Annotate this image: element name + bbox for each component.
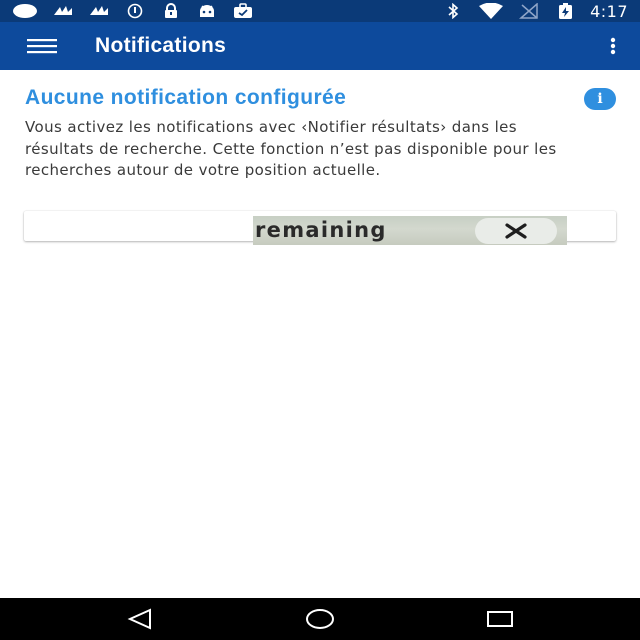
ad-banner-text: remaining [255, 218, 387, 242]
system-navigation-bar [0, 598, 640, 640]
status-bar-right-icons: 4:17 [442, 0, 628, 22]
bluetooth-icon [448, 3, 459, 19]
back-button[interactable] [120, 606, 160, 632]
page-title: Notifications [95, 34, 227, 57]
overflow-menu-button[interactable] [606, 34, 620, 58]
briefcase-icon [234, 3, 252, 18]
close-icon [505, 223, 527, 239]
no-signal-icon [519, 3, 538, 19]
back-triangle-icon [127, 608, 151, 630]
ad-close-button[interactable] [475, 218, 557, 244]
home-circle-icon [306, 609, 334, 629]
wifi-icon [479, 3, 504, 19]
status-dot-icon [13, 4, 37, 18]
hamburger-menu-icon [27, 39, 57, 54]
info-icon: i [597, 91, 603, 107]
battery-charging-icon [559, 3, 573, 19]
signal-app-icon [54, 6, 72, 15]
notifications-screen: 4:17 Notifications Aucune notification c… [0, 0, 640, 640]
status-time: 4:17 [590, 1, 628, 21]
empty-state-description: Vous activez les notifications avec ‹Not… [25, 118, 557, 179]
recents-button[interactable] [480, 606, 520, 632]
navigation-menu-button[interactable] [22, 34, 62, 58]
signal-app-icon [90, 6, 108, 15]
lock-icon [165, 3, 177, 18]
recents-square-icon [487, 611, 513, 627]
app-bar: Notifications [0, 22, 640, 70]
android-icon [200, 5, 214, 17]
status-bar-left-icons [12, 0, 254, 22]
ad-banner[interactable]: remaining [253, 216, 567, 245]
status-bar: 4:17 [0, 0, 640, 22]
vpn-icon [127, 3, 143, 19]
home-button[interactable] [300, 606, 340, 632]
more-vert-icon [610, 37, 616, 55]
info-button[interactable]: i [584, 88, 616, 110]
empty-state-heading: Aucune notification configurée [25, 86, 347, 109]
